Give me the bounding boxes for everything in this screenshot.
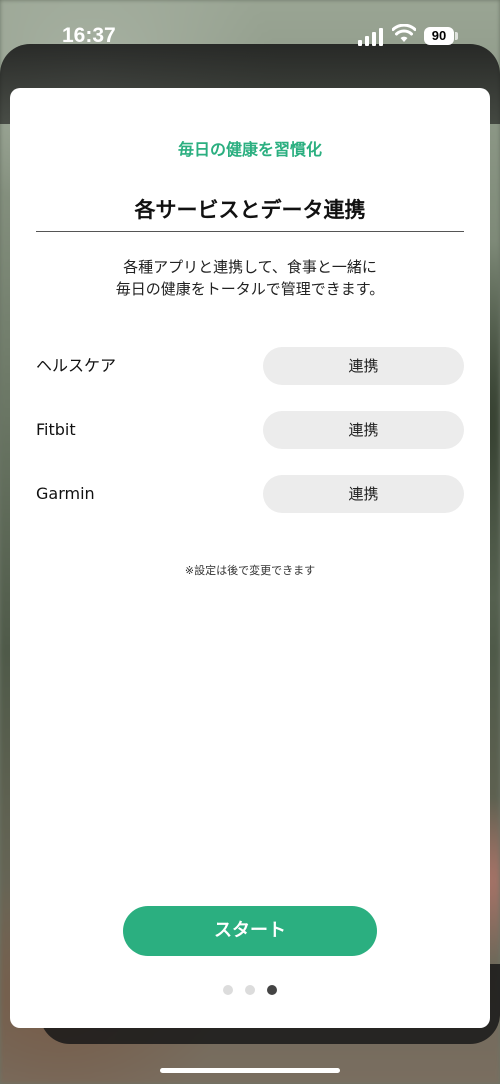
status-time: 16:37 [62, 24, 116, 47]
link-healthcare-button[interactable]: 連携 [263, 347, 464, 385]
description-line-1: 各種アプリと連携して、食事と一緒に [123, 258, 377, 276]
service-name: ヘルスケア [36, 356, 117, 375]
onboarding-card: 毎日の健康を習慣化 各サービスとデータ連携 各種アプリと連携して、食事と一緒に … [10, 88, 490, 1028]
page-title: 各サービスとデータ連携 [134, 198, 366, 222]
onboarding-subtitle: 毎日の健康を習慣化 [177, 140, 322, 159]
wifi-icon [392, 24, 416, 42]
service-row-garmin: Garmin 連携 [36, 475, 464, 513]
page-indicator [10, 985, 490, 995]
cellular-signal-icon [358, 28, 383, 46]
service-row-fitbit: Fitbit 連携 [36, 411, 464, 449]
link-fitbit-button[interactable]: 連携 [263, 411, 464, 449]
page-dot-3-active[interactable] [267, 985, 277, 995]
home-indicator[interactable] [160, 1068, 340, 1073]
service-name: Fitbit [36, 420, 76, 439]
settings-note: ※設定は後で変更できます [184, 564, 316, 577]
battery-tip [455, 32, 458, 40]
description-line-2: 毎日の健康をトータルで管理できます。 [115, 280, 385, 298]
battery-icon: 90 [424, 27, 454, 45]
page-dot-2[interactable] [245, 985, 255, 995]
title-divider [36, 231, 464, 232]
status-bar: 16:37 90 [0, 0, 500, 70]
page-dot-1[interactable] [223, 985, 233, 995]
link-garmin-button[interactable]: 連携 [263, 475, 464, 513]
start-button[interactable]: スタート [123, 906, 377, 956]
description: 各種アプリと連携して、食事と一緒に 毎日の健康をトータルで管理できます。 [10, 256, 490, 300]
service-row-healthcare: ヘルスケア 連携 [36, 347, 464, 385]
service-name: Garmin [36, 484, 95, 503]
